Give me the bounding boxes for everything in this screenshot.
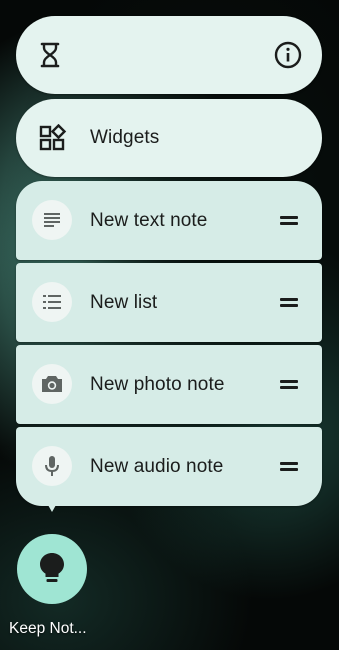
shortcut-new-audio-note[interactable]: New audio note — [16, 427, 322, 506]
hourglass-icon — [40, 42, 60, 68]
shortcut-label: New photo note — [90, 374, 225, 395]
shortcut-label: New audio note — [90, 456, 224, 477]
app-name-label: Keep Not... — [9, 620, 87, 637]
popup-pointer — [44, 498, 60, 512]
list-icon — [32, 282, 72, 322]
widgets-icon — [37, 122, 69, 154]
shortcut-label: New list — [90, 292, 158, 313]
shortcut-new-text-note[interactable]: New text note — [16, 181, 322, 260]
keep-notes-app-icon[interactable] — [17, 534, 87, 604]
shortcut-new-photo-note[interactable]: New photo note — [16, 345, 322, 424]
drag-handle-icon[interactable] — [280, 215, 298, 225]
info-icon — [274, 41, 302, 69]
widgets-label: Widgets — [90, 127, 160, 148]
microphone-icon — [32, 446, 72, 486]
drag-handle-icon[interactable] — [280, 461, 298, 471]
app-timer-button[interactable] — [30, 35, 70, 75]
camera-icon — [32, 364, 72, 404]
lightbulb-icon — [40, 553, 64, 582]
shortcut-label: New text note — [90, 210, 208, 231]
drag-handle-icon[interactable] — [280, 379, 298, 389]
app-info-button[interactable] — [268, 35, 308, 75]
shortcut-new-list[interactable]: New list — [16, 263, 322, 342]
text-note-icon — [32, 200, 72, 240]
widgets-button[interactable]: Widgets — [16, 99, 322, 177]
app-actions-pill — [16, 16, 322, 94]
drag-handle-icon[interactable] — [280, 297, 298, 307]
